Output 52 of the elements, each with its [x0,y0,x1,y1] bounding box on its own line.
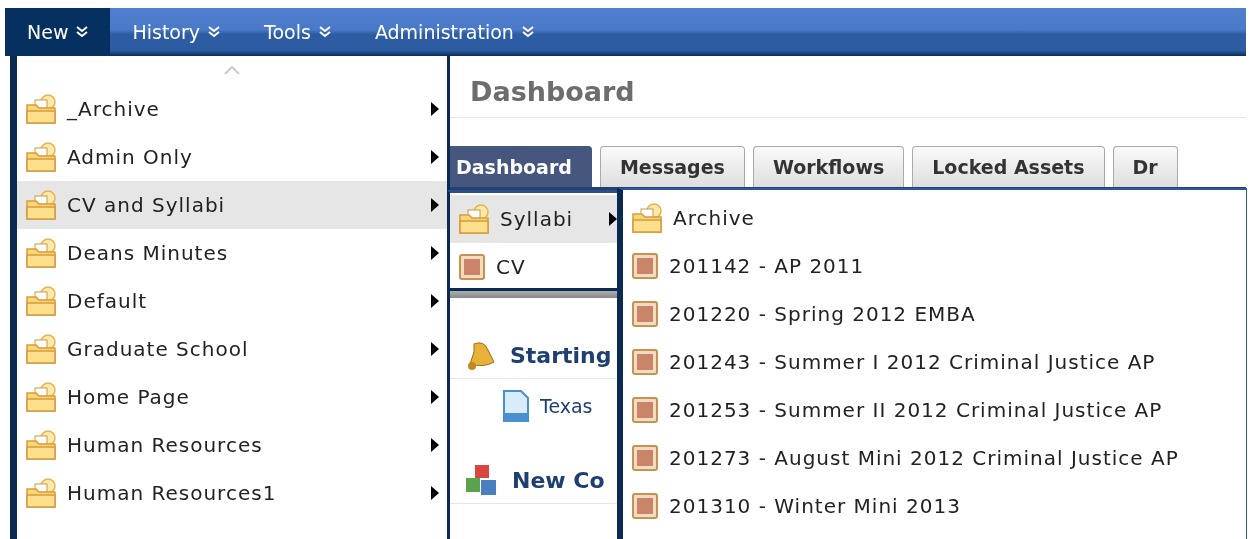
menu-item[interactable]: Deans Minutes [17,229,447,277]
page-icon [458,253,486,281]
page-icon [631,396,659,424]
scroll-up-icon[interactable] [224,66,240,75]
folder-icon [25,93,57,125]
menu-item[interactable]: 201142 - AP 2011 [623,242,1246,290]
menu-item[interactable]: Default [17,277,447,325]
page-icon [631,252,659,280]
tab[interactable]: Locked Assets [912,146,1105,187]
folder-icon [25,141,57,173]
tab[interactable]: Dashboard [447,146,592,187]
tab[interactable]: Workflows [752,146,905,187]
folder-icon [25,381,57,413]
chevron-icon [208,26,221,38]
menu-item[interactable]: Human Resources [17,421,447,469]
menu-button[interactable]: New [5,8,111,56]
folder-icon [25,333,57,365]
menu-button[interactable]: Administration [352,8,556,56]
page-icon [631,348,659,376]
folder-icon [25,285,57,317]
folder-icon [25,237,57,269]
menu-button[interactable]: Tools [242,8,353,56]
chevron-icon [318,26,331,38]
folder-icon [458,203,490,235]
menu-item[interactable]: _Archive [17,85,447,133]
menu-item[interactable]: 201220 - Spring 2012 EMBA [623,290,1246,338]
folder-icon [25,429,57,461]
document-icon [502,389,530,423]
menu-button[interactable]: History [110,8,243,56]
folder-icon [25,477,57,509]
menu-item[interactable]: CV and Syllabi [17,181,447,229]
chevron-icon [521,26,534,38]
link[interactable]: Texas [540,395,593,417]
page-icon [631,300,659,328]
tab[interactable]: Messages [599,146,745,187]
page-icon [631,444,659,472]
menu-item[interactable]: 201243 - Summer I 2012 Criminal Justice AP [623,338,1246,386]
folder-icon [25,189,57,221]
section-title: Starting [510,342,612,368]
menu-item[interactable]: Archive [623,194,1246,242]
menu-item[interactable]: 201310 - Winter Mini 2013 [623,482,1246,530]
menu-item[interactable]: Graduate School [17,325,447,373]
folder-icon [631,202,663,234]
page-icon [631,492,659,520]
chevron-icon [76,26,89,38]
menu-item[interactable]: 201273 - August Mini 2012 Criminal Justice AP [623,434,1246,482]
section-title: New Co [512,467,605,493]
menu-item[interactable]: Human Resources1 [17,469,447,517]
menu-item[interactable]: 201253 - Summer II 2012 Criminal Justice AP [623,386,1246,434]
menu-item[interactable]: Admin Only [17,133,447,181]
menu-item[interactable]: Home Page [17,373,447,421]
tab[interactable]: Dr [1112,146,1178,187]
